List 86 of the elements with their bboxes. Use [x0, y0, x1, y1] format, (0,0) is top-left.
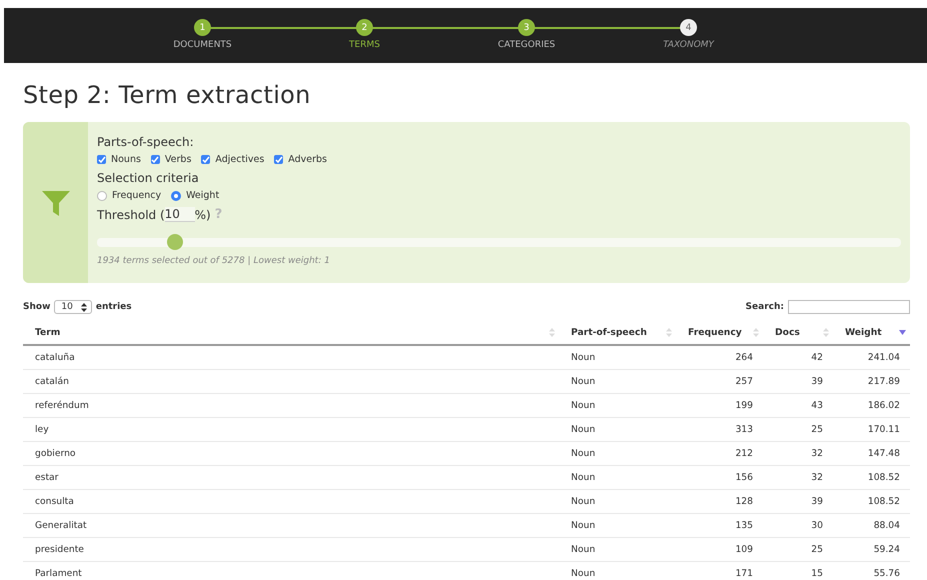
- step-label[interactable]: TAXONOMY: [663, 40, 714, 50]
- table-cell: 43: [763, 394, 833, 418]
- table-cell: Noun: [559, 562, 676, 580]
- step-label[interactable]: TERMS: [349, 40, 380, 50]
- table-cell: Noun: [559, 394, 676, 418]
- table-cell: 32: [763, 466, 833, 490]
- checkbox[interactable]: [150, 155, 160, 164]
- slider-handle[interactable]: [167, 234, 184, 250]
- threshold-label: Threshold (: [97, 208, 165, 222]
- table-cell: catalán: [23, 370, 559, 394]
- checkbox[interactable]: [97, 155, 106, 164]
- table-cell: 30: [763, 514, 833, 538]
- table-cell: gobierno: [23, 442, 559, 466]
- table-cell: 109: [676, 538, 763, 562]
- column-header[interactable]: Part-of-speech: [559, 322, 676, 345]
- table-cell: estar: [23, 466, 559, 490]
- table-cell: 241.04: [833, 345, 910, 370]
- table-cell: 199: [676, 394, 763, 418]
- summary-text: 1934 terms selected out of 5278 | Lowest weight: 1: [97, 256, 331, 266]
- column-header[interactable]: Term: [23, 322, 559, 345]
- page-size-select[interactable]: 10: [54, 300, 92, 314]
- table-cell: Generalitat: [23, 514, 559, 538]
- table-cell: 171: [676, 562, 763, 580]
- table-cell: 39: [763, 370, 833, 394]
- threshold-field[interactable]: 10: [164, 207, 195, 222]
- table-cell: 147.48: [833, 442, 910, 466]
- checkbox-label: Verbs: [164, 154, 192, 165]
- table-cell: 59.24: [833, 538, 910, 562]
- table-cell: 42: [763, 345, 833, 370]
- stepper-icon: [80, 302, 87, 312]
- column-header[interactable]: Weight: [833, 322, 910, 345]
- threshold-suffix: %): [194, 208, 211, 222]
- search-field[interactable]: [788, 300, 910, 314]
- table-cell: Parlament: [23, 562, 559, 580]
- table-cell: Noun: [559, 466, 676, 490]
- step-marker[interactable]: 4: [680, 19, 697, 36]
- show-label: Show: [23, 302, 50, 312]
- table-cell: 108.52: [833, 466, 910, 490]
- search-label: Search:: [746, 302, 784, 312]
- column-header[interactable]: Docs: [763, 322, 833, 345]
- radio-label: Frequency: [112, 190, 162, 201]
- checkbox[interactable]: [201, 155, 210, 164]
- table-cell: 55.76: [833, 562, 910, 580]
- table-cell: consulta: [23, 490, 559, 514]
- table-cell: cataluña: [23, 345, 559, 370]
- table-cell: 135: [676, 514, 763, 538]
- table-cell: 15: [763, 562, 833, 580]
- checkbox-label: Adjectives: [215, 154, 264, 165]
- table-cell: 128: [676, 490, 763, 514]
- table-cell: 39: [763, 490, 833, 514]
- page-title: Step 2: Term extraction: [23, 81, 312, 109]
- step-label[interactable]: CATEGORIES: [498, 40, 556, 50]
- table-cell: Noun: [559, 514, 676, 538]
- table-cell: 217.89: [833, 370, 910, 394]
- radio-label: Weight: [186, 190, 220, 201]
- table-cell: 156: [676, 466, 763, 490]
- checkbox[interactable]: [274, 155, 284, 164]
- radio-button[interactable]: [171, 190, 182, 200]
- table-cell: 170.11: [833, 418, 910, 442]
- checkbox-label: Adverbs: [288, 154, 327, 165]
- table-cell: referéndum: [23, 394, 559, 418]
- table-cell: 313: [676, 418, 763, 442]
- table-cell: 186.02: [833, 394, 910, 418]
- table-cell: ley: [23, 418, 559, 442]
- checkbox-label: Nouns: [111, 154, 141, 165]
- table-cell: presidente: [23, 538, 559, 562]
- step-label[interactable]: DOCUMENTS: [173, 40, 232, 50]
- table-cell: Noun: [559, 442, 676, 466]
- table-cell: 32: [763, 442, 833, 466]
- table-cell: 25: [763, 538, 833, 562]
- table-cell: Noun: [559, 345, 676, 370]
- column-header[interactable]: Frequency: [676, 322, 763, 345]
- table-cell: 264: [676, 345, 763, 370]
- table-cell: Noun: [559, 418, 676, 442]
- table-cell: Noun: [559, 370, 676, 394]
- section-heading: Selection criteria: [97, 171, 200, 185]
- table-cell: 212: [676, 442, 763, 466]
- table-cell: 88.04: [833, 514, 910, 538]
- table-cell: 25: [763, 418, 833, 442]
- section-heading: Parts-of-speech:: [97, 135, 195, 149]
- table-cell: 108.52: [833, 490, 910, 514]
- table-cell: Noun: [559, 538, 676, 562]
- table-cell: 257: [676, 370, 763, 394]
- table-cell: Noun: [559, 490, 676, 514]
- radio-button[interactable]: [97, 190, 107, 200]
- entries-label: entries: [96, 302, 132, 312]
